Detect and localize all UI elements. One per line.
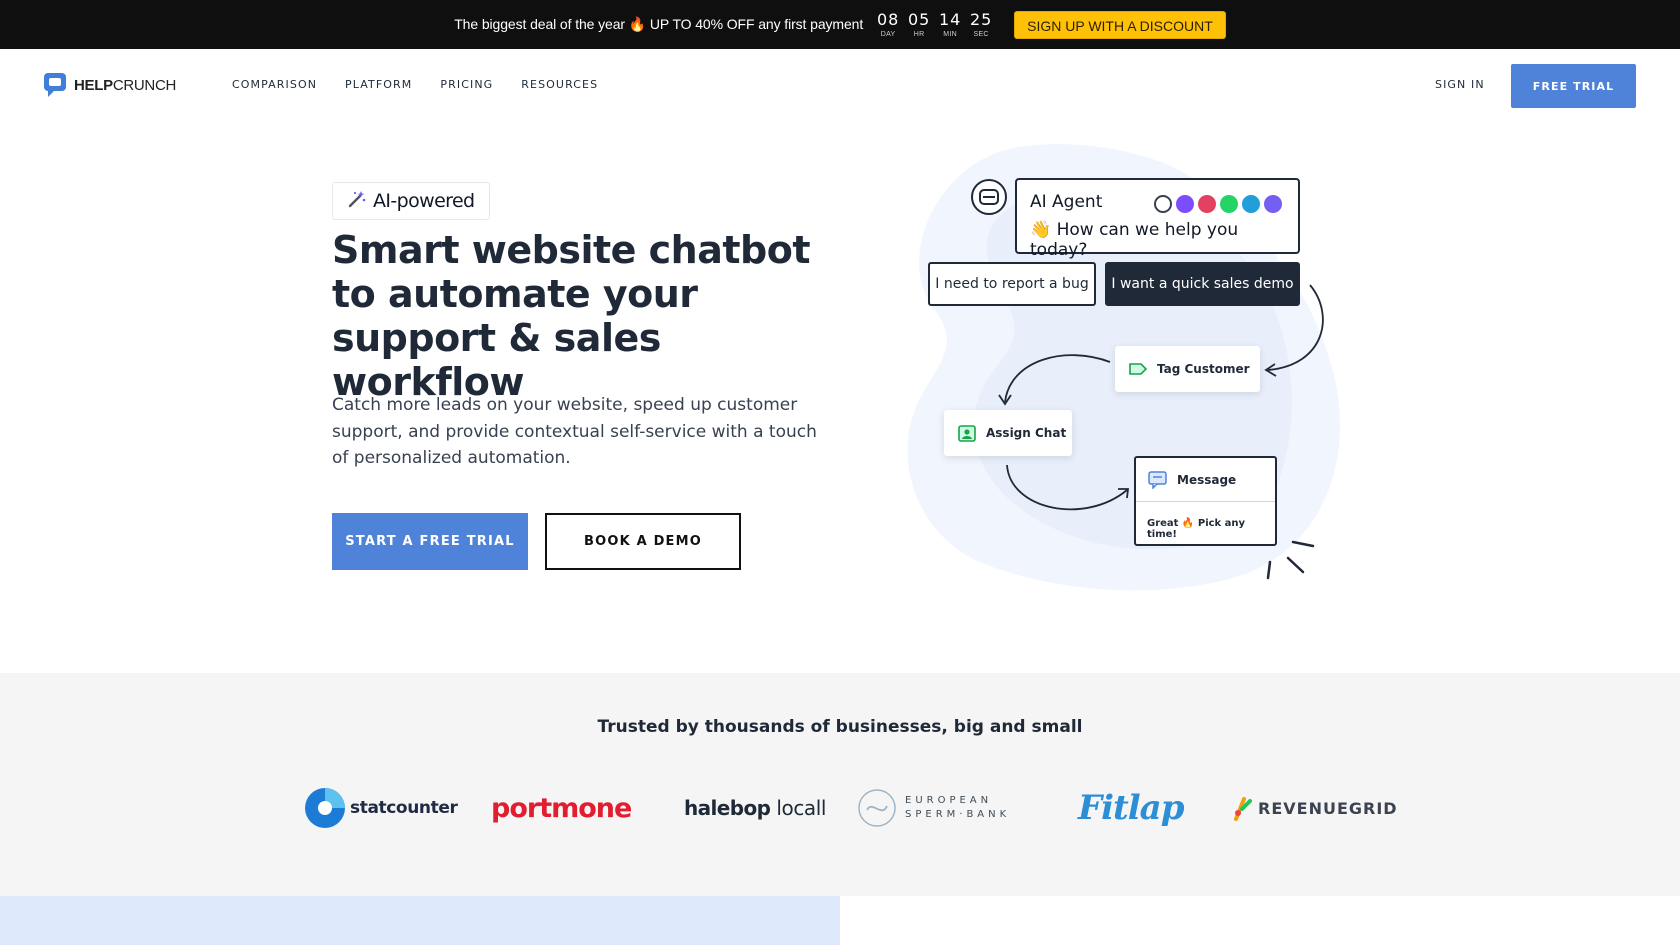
magic-wand-icon [347,189,367,214]
revenuegrid-mark-icon [1234,797,1252,821]
ai-powered-badge: AI-powered [332,182,490,220]
sperm-bank-mark-icon [858,789,896,827]
countdown-seconds: 25 SEC [969,10,993,39]
robot-icon [970,178,1008,216]
revenuegrid-logo: REVENUEGRID [1232,783,1398,833]
flame-icon: 🔥 [628,16,647,32]
signup-discount-button[interactable]: SIGN UP WITH A DISCOUNT [1014,10,1226,39]
countdown-hours: 05 HR [907,10,931,39]
portmone-logo: portmone [491,792,632,824]
message-body: Great 🔥 Pick any time! [1147,518,1246,540]
chat-logo-icon [43,72,69,98]
book-demo-button[interactable]: BOOK A DEMO [545,513,741,570]
tag-icon [1129,362,1147,376]
hero-description: Catch more leads on your website, speed … [332,395,817,468]
main-nav: HELPCRUNCH COMPARISON PLATFORM PRICING R… [0,49,1680,123]
trusted-section: Trusted by thousands of businesses, big … [0,673,1680,896]
nav-platform[interactable]: PLATFORM [345,78,412,91]
message-icon [1148,470,1168,489]
countdown-minutes: 14 MIN [938,10,962,39]
halebop-locall-logo: halebop locall [684,796,827,820]
whatsapp-icon [1220,195,1238,213]
reply-option-bug: I need to report a bug [928,262,1096,306]
channel-icons [1154,195,1282,213]
messenger-icon [1176,195,1194,213]
chatbot-illustration: AI Agent 👋 How can we help you today? I … [895,140,1355,610]
viber-icon [1264,195,1282,213]
european-sperm-bank-logo: EUROPEAN SPERM·BANK [857,783,1010,833]
hero-title: Smart website chatbot to automate your s… [332,228,811,404]
agent-greeting: 👋 How can we help you today? [1030,220,1239,260]
countdown-days: 08 DAY [876,10,900,39]
free-trial-button[interactable]: FREE TRIAL [1511,64,1636,108]
trusted-title: Trusted by thousands of businesses, big … [597,717,1083,737]
helpcrunch-logo[interactable]: HELPCRUNCH [43,72,176,98]
agent-title: AI Agent [1030,192,1103,212]
nav-links: COMPARISON PLATFORM PRICING RESOURCES [232,78,626,91]
instagram-icon [1198,195,1216,213]
badge-label: AI-powered [373,190,475,212]
message-card-header: Message [1136,458,1275,502]
nav-pricing[interactable]: PRICING [440,78,493,91]
nav-comparison[interactable]: COMPARISON [232,78,317,91]
statcounter-mark-icon [305,788,345,828]
nav-resources[interactable]: RESOURCES [521,78,598,91]
tag-customer-card: Tag Customer [1115,346,1260,392]
globe-icon [1154,195,1172,213]
message-card: Message Great 🔥 Pick any time! [1134,456,1277,546]
countdown-timer: 08 DAY 05 HR 14 MIN 25 SEC [876,10,993,39]
reply-option-demo: I want a quick sales demo [1105,262,1300,306]
promo-bar: The biggest deal of the year 🔥 UP TO 40%… [0,0,1680,49]
statcounter-logo: statcounter [303,783,458,833]
telegram-icon [1242,195,1260,213]
start-free-trial-button[interactable]: START A FREE TRIAL [332,513,528,570]
assign-user-icon [958,424,976,442]
promo-text: The biggest deal of the year 🔥 UP TO 40%… [454,16,864,32]
sign-in-link[interactable]: SIGN IN [1435,78,1485,91]
assign-chat-card: Assign Chat [944,410,1072,456]
ai-agent-card: AI Agent 👋 How can we help you today? [1015,178,1300,260]
next-section-panel [0,896,840,945]
fitlap-logo: Fitlap [1078,788,1184,828]
